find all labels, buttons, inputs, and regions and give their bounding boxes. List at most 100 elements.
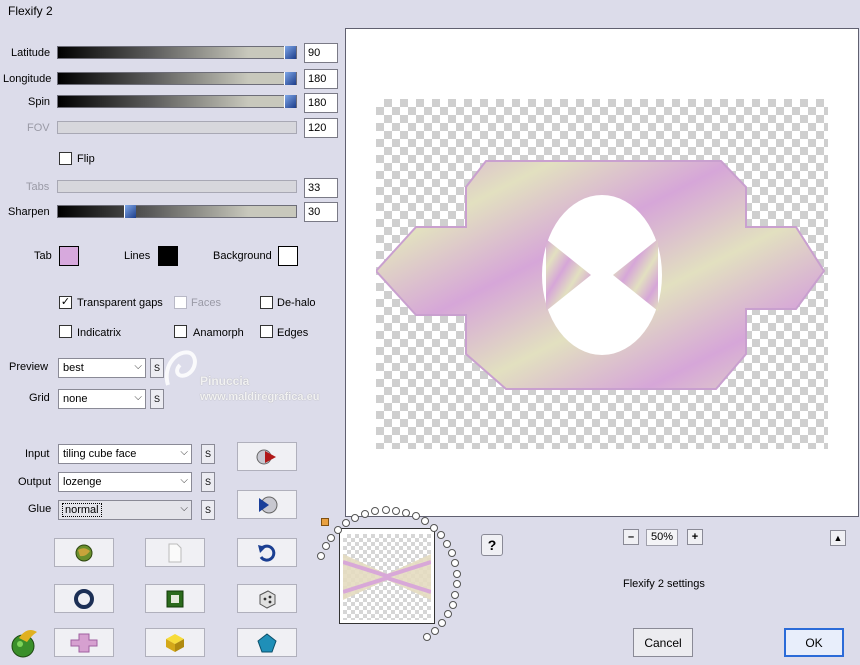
ok-button[interactable]: OK	[784, 628, 844, 657]
window-title: Flexify 2	[8, 4, 53, 18]
navigator-dial-dot[interactable]	[342, 519, 351, 528]
navigator-dial-dot[interactable]	[381, 506, 390, 514]
watermark-logo	[160, 345, 200, 395]
latitude-label: Latitude	[11, 47, 51, 59]
watermark-name: Pinuccia	[200, 374, 250, 388]
collapse-button[interactable]: ▲	[830, 530, 846, 546]
navigator-dial-dot[interactable]	[444, 610, 453, 619]
latitude-slider-thumb[interactable]	[284, 46, 296, 59]
navigator-dial-dot[interactable]	[317, 552, 326, 561]
output-s-button[interactable]: S	[201, 472, 215, 492]
de-halo-checkbox[interactable]	[260, 296, 273, 309]
navigator-dial-dot[interactable]	[423, 633, 432, 642]
cube-icon	[166, 633, 184, 652]
navigator-dial-dot[interactable]	[448, 600, 457, 609]
lines-color-swatch[interactable]	[158, 246, 178, 266]
navigator-dial-dot[interactable]	[429, 523, 438, 532]
navigator-dial-dot[interactable]	[321, 542, 330, 551]
input-select-value: tiling cube face	[63, 448, 137, 460]
fov-slider[interactable]	[57, 121, 297, 134]
spin-slider-thumb[interactable]	[284, 95, 296, 108]
help-button[interactable]: ?	[481, 534, 503, 556]
navigator-dial-dot[interactable]	[431, 626, 440, 635]
dice-icon	[259, 589, 276, 609]
output-label: Output	[18, 476, 52, 488]
page-icon	[168, 543, 182, 562]
transparent-gaps-checkbox[interactable]: ✓	[59, 296, 72, 309]
glue-select[interactable]: normal ⌵	[58, 500, 192, 520]
glue-s-button[interactable]: S	[201, 500, 215, 520]
input-s-button[interactable]: S	[201, 444, 215, 464]
navigator-dial-dot[interactable]	[450, 559, 459, 568]
fov-label: FOV	[27, 122, 50, 134]
square-frame-button[interactable]	[145, 584, 205, 613]
cube-button[interactable]	[145, 628, 205, 657]
play-forward-button[interactable]	[237, 442, 297, 471]
navigator-dial-dot[interactable]	[421, 517, 430, 526]
ring-button[interactable]	[54, 584, 114, 613]
preview-select[interactable]: best ⌵	[58, 358, 146, 378]
spin-label: Spin	[28, 96, 51, 108]
longitude-input[interactable]: 180	[304, 69, 338, 89]
navigator-thumbnail[interactable]	[339, 528, 435, 624]
navigator-dial-dot[interactable]	[438, 618, 447, 627]
undo-button[interactable]	[237, 538, 297, 567]
navigator-dial-dot[interactable]	[334, 525, 343, 534]
background-color-swatch[interactable]	[278, 246, 298, 266]
input-select[interactable]: tiling cube face ⌵	[58, 444, 192, 464]
preview-canvas[interactable]	[345, 28, 859, 517]
navigator-image	[343, 554, 431, 600]
transparent-gaps-label: Transparent gaps	[77, 297, 163, 309]
sharpen-slider-thumb[interactable]	[124, 205, 136, 218]
play-random-button[interactable]	[237, 490, 297, 519]
pentagon-button[interactable]	[237, 628, 297, 657]
sharpen-slider[interactable]	[57, 205, 297, 218]
zoom-in-button[interactable]: +	[687, 529, 703, 545]
cross-button[interactable]	[54, 628, 114, 657]
latitude-slider[interactable]	[57, 46, 297, 59]
navigator-dial-dot[interactable]	[412, 512, 421, 521]
lines-color-label: Lines	[124, 250, 151, 262]
latitude-input[interactable]: 90	[304, 43, 338, 63]
output-select-value: lozenge	[63, 476, 102, 488]
navigator-dial-dot[interactable]	[392, 506, 401, 515]
navigator-dial-dot[interactable]	[451, 590, 460, 599]
anamorph-label: Anamorph	[193, 327, 244, 339]
sharpen-input[interactable]: 30	[304, 202, 338, 222]
output-select[interactable]: lozenge ⌵	[58, 472, 192, 492]
navigator-dial-dot[interactable]	[452, 569, 461, 578]
navigator-dial-dot[interactable]	[402, 508, 411, 517]
tab-color-label: Tab	[34, 250, 52, 262]
anamorph-checkbox[interactable]	[174, 325, 187, 338]
globe-button[interactable]	[54, 538, 114, 567]
navigator-dial-dot[interactable]	[436, 531, 445, 540]
indicatrix-checkbox[interactable]	[59, 325, 72, 338]
play-disc-blue-icon	[259, 496, 278, 513]
cancel-button[interactable]: Cancel	[633, 628, 693, 657]
navigator-dial-dot[interactable]	[351, 513, 360, 522]
longitude-slider[interactable]	[57, 72, 297, 85]
navigator-dial-dot[interactable]	[443, 539, 451, 548]
tab-color-swatch[interactable]	[59, 246, 79, 266]
flip-checkbox[interactable]	[59, 152, 72, 165]
zoom-out-button[interactable]: –	[623, 529, 639, 545]
edges-checkbox[interactable]	[260, 325, 273, 338]
tabs-input[interactable]: 33	[304, 178, 338, 198]
longitude-slider-thumb[interactable]	[284, 72, 296, 85]
flip-label: Flip	[77, 153, 95, 165]
preview-label: Preview	[9, 361, 49, 373]
cross-icon	[70, 633, 98, 652]
grid-select[interactable]: none ⌵	[58, 389, 146, 409]
glue-select-value: normal	[62, 503, 102, 517]
navigator-dial-dot[interactable]	[452, 580, 461, 589]
faces-checkbox[interactable]	[174, 296, 187, 309]
navigator-dial-dot[interactable]	[327, 533, 336, 542]
spin-slider[interactable]	[57, 95, 297, 108]
spin-input[interactable]: 180	[304, 93, 338, 113]
navigator-dial-dot[interactable]	[360, 509, 369, 518]
dice-button[interactable]	[237, 584, 297, 613]
tabs-slider[interactable]	[57, 180, 297, 193]
fov-input[interactable]: 120	[304, 118, 338, 138]
blank-page-button[interactable]	[145, 538, 205, 567]
navigator-dial-dot[interactable]	[447, 549, 456, 558]
